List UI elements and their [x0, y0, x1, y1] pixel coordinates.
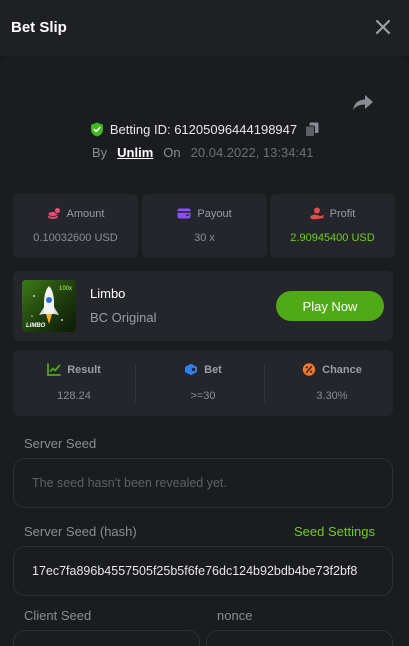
chance-label: Chance — [322, 363, 362, 376]
bet-author-row: By Unlim On 20.04.2022, 13:34:41 — [92, 143, 314, 161]
result-cell: Result 128.24 — [13, 350, 135, 416]
bet-date: 20.04.2022, 13:34:41 — [190, 144, 314, 160]
bet-details-box: Result 128.24 Bet >=30 Chance 3.30% — [13, 350, 393, 416]
divider — [264, 364, 265, 402]
wallet-icon — [177, 208, 191, 219]
server-seed-label: Server Seed — [24, 436, 97, 451]
game-provider: BC Original — [90, 310, 157, 325]
nonce-label: nonce — [217, 608, 253, 623]
bet-cell: Bet >=30 — [142, 350, 264, 416]
server-hash-value: 17ec7fa896b4557505f25b5f6fe76dc124b92bdb… — [32, 564, 358, 578]
verified-shield-icon — [90, 122, 103, 136]
result-label: Result — [67, 363, 101, 376]
client-seed-field[interactable] — [13, 630, 200, 646]
profit-box: Profit 2.90945400 USD — [270, 194, 395, 258]
chance-cell: Chance 3.30% — [271, 350, 393, 416]
modal-header: Bet Slip — [0, 0, 409, 56]
client-seed-label: Client Seed — [24, 608, 92, 623]
server-seed-placeholder: The seed hasn't been revealed yet. — [32, 476, 227, 490]
ticket-icon — [185, 363, 198, 376]
seed-settings-link[interactable]: Seed Settings — [294, 524, 375, 539]
modal-title: Bet Slip — [11, 19, 67, 36]
result-value: 128.24 — [57, 390, 91, 402]
server-hash-label: Server Seed (hash) — [24, 524, 137, 539]
amount-label: Amount — [66, 207, 105, 220]
coins-icon — [47, 207, 61, 219]
game-thumbnail[interactable]: 100x LIMBO — [22, 280, 76, 332]
bet-label: Bet — [204, 363, 222, 376]
server-hash-field[interactable]: 17ec7fa896b4557505f25b5f6fe76dc124b92bdb… — [13, 546, 393, 596]
close-icon[interactable] — [371, 15, 395, 39]
server-seed-field[interactable]: The seed hasn't been revealed yet. — [13, 458, 393, 508]
game-card: 100x LIMBO Limbo BC Original Play Now — [13, 271, 393, 341]
amount-box: Amount 0.10032600 USD — [13, 194, 138, 258]
profit-value: 2.90945400 USD — [290, 232, 375, 244]
chart-check-icon — [47, 363, 62, 376]
bet-value: >=30 — [190, 390, 216, 402]
copy-icon[interactable] — [305, 122, 319, 137]
chance-value: 3.30% — [316, 390, 348, 402]
hand-coin-icon — [310, 207, 324, 220]
payout-label: Payout — [197, 207, 232, 220]
betting-id-row: Betting ID: 61205096444198947 — [0, 119, 409, 139]
share-icon[interactable] — [352, 92, 374, 112]
amount-value: 0.10032600 USD — [33, 232, 118, 244]
nonce-field[interactable] — [206, 630, 393, 646]
play-now-button[interactable]: Play Now — [276, 291, 384, 321]
game-name: Limbo — [90, 286, 126, 301]
thumb-logo: LIMBO — [26, 323, 46, 329]
payout-box: Payout 30 x — [142, 194, 267, 258]
by-label: By — [92, 144, 108, 160]
on-label: On — [163, 144, 181, 160]
betting-id-label: Betting ID: 61205096444198947 — [109, 121, 298, 137]
betting-id-value: 61205096444198947 — [174, 121, 298, 137]
profit-label: Profit — [329, 207, 356, 220]
user-link[interactable]: Unlim — [117, 145, 153, 160]
thumb-multiplier: 100x — [58, 286, 72, 292]
percent-icon — [302, 363, 316, 376]
divider — [135, 364, 136, 402]
payout-value: 30 x — [194, 232, 215, 244]
